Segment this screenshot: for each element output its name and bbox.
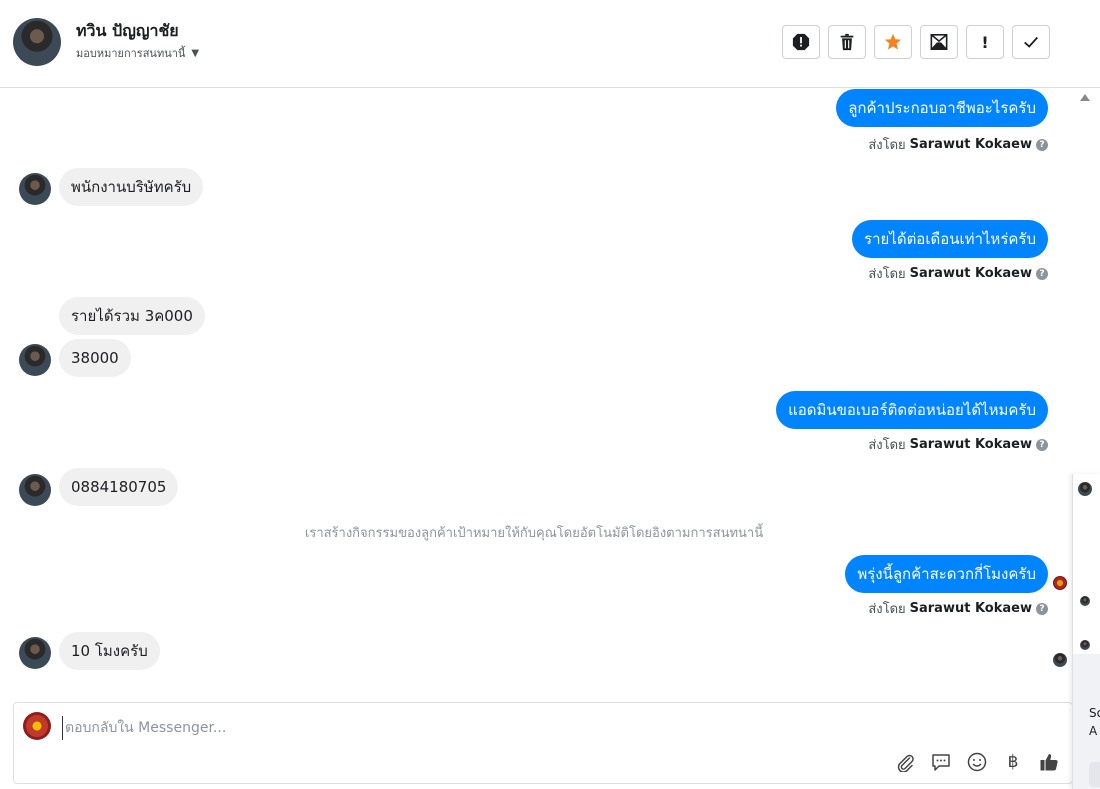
sender-name: Sarawut Kokaew <box>909 137 1032 152</box>
customer-avatar <box>19 173 51 205</box>
follow-up-button[interactable] <box>874 25 912 59</box>
report-button[interactable] <box>782 25 820 59</box>
mark-unread-icon <box>930 33 948 51</box>
customer-avatar <box>19 344 51 376</box>
sender-name: Sarawut Kokaew <box>909 437 1032 452</box>
sent-by-prefix: ส่งโดย <box>868 138 906 153</box>
sent-by-line: ส่งโดย Sarawut Kokaew ? <box>868 434 1048 455</box>
assign-conversation-dropdown[interactable]: มอบหมายการสนทนานี้ ▼ <box>76 44 199 62</box>
conversation-actions: ! <box>782 25 1050 59</box>
exclamation-icon: ! <box>981 32 989 52</box>
report-spam-icon <box>792 33 810 51</box>
chat-avatar <box>1080 596 1090 606</box>
scroll-up-arrow-icon[interactable] <box>1080 94 1090 101</box>
paperclip-icon <box>897 754 914 772</box>
system-note: เราสร้างกิจกรรมของลูกค้าเป้าหมายให้กับคุ… <box>304 526 764 541</box>
like-button[interactable] <box>1038 751 1060 773</box>
side-panel-line: So <box>1089 706 1100 720</box>
help-icon[interactable]: ? <box>1036 267 1048 280</box>
side-panel-text: So A <box>1089 704 1100 740</box>
reply-composer: ฿ <box>13 702 1073 784</box>
trash-icon <box>840 33 854 51</box>
customer-avatar <box>19 474 51 506</box>
chat-avatar <box>1080 640 1090 650</box>
speech-bubble-icon <box>932 754 950 771</box>
reply-input[interactable] <box>62 716 867 740</box>
thumbs-up-icon <box>1040 754 1058 771</box>
incoming-message[interactable]: รายได้รวม 3ค000 <box>59 297 205 335</box>
outgoing-message[interactable]: รายได้ต่อเดือนเท่าไหร่ครับ <box>852 220 1048 258</box>
sent-by-prefix: ส่งโดย <box>868 602 906 617</box>
mark-done-button[interactable] <box>1012 25 1050 59</box>
incoming-message[interactable]: 38000 <box>59 339 131 377</box>
side-panel-card: So A <box>1073 654 1100 789</box>
outgoing-message[interactable]: ลูกค้าประกอบอาชีพอะไรครับ <box>836 89 1048 127</box>
incoming-message[interactable]: 10 โมงครับ <box>59 632 160 670</box>
mark-important-button[interactable]: ! <box>966 25 1004 59</box>
side-chat-panel[interactable]: So A <box>1072 474 1100 789</box>
sent-by-prefix: ส่งโดย <box>868 438 906 453</box>
incoming-message[interactable]: พนักงานบริษัทครับ <box>59 168 204 206</box>
baht-icon: ฿ <box>1007 752 1019 772</box>
sender-name: Sarawut Kokaew <box>909 601 1032 616</box>
star-icon <box>884 33 902 50</box>
side-panel-button[interactable] <box>1089 762 1100 787</box>
caret-down-icon: ▼ <box>191 47 200 59</box>
mark-unread-button[interactable] <box>920 25 958 59</box>
smiley-icon <box>967 752 987 772</box>
help-icon[interactable]: ? <box>1036 602 1048 615</box>
sender-name: Sarawut Kokaew <box>909 266 1032 281</box>
sent-by-prefix: ส่งโดย <box>868 267 906 282</box>
outgoing-message[interactable]: พรุ่งนี้ลูกค้าสะดวกกี่โมงครับ <box>845 555 1048 593</box>
page-seen-badge-icon <box>1053 576 1067 590</box>
side-panel-line: A <box>1089 724 1098 738</box>
incoming-message[interactable]: 0884180705 <box>59 468 179 506</box>
checkmark-icon <box>1024 36 1038 48</box>
assign-label: มอบหมายการสนทนานี้ <box>76 47 186 60</box>
sent-by-line: ส่งโดย Sarawut Kokaew ? <box>868 134 1048 155</box>
help-icon[interactable]: ? <box>1036 438 1048 451</box>
outgoing-message[interactable]: แอดมินขอเบอร์ติดต่อหน่อยได้ไหมครับ <box>776 391 1048 429</box>
saved-replies-button[interactable] <box>930 751 952 773</box>
sent-by-line: ส่งโดย Sarawut Kokaew ? <box>868 598 1048 619</box>
composer-tools: ฿ <box>894 751 1060 773</box>
payment-button[interactable]: ฿ <box>1002 751 1024 773</box>
chat-avatar <box>1078 482 1092 496</box>
contact-avatar[interactable] <box>13 18 61 66</box>
attach-button[interactable] <box>894 751 916 773</box>
seen-by-avatar <box>1053 653 1067 667</box>
delete-button[interactable] <box>828 25 866 59</box>
emoji-button[interactable] <box>966 751 988 773</box>
customer-avatar <box>19 637 51 669</box>
contact-name[interactable]: ทวิน ปัญญาชัย <box>76 19 179 44</box>
help-icon[interactable]: ? <box>1036 138 1048 151</box>
sent-by-line: ส่งโดย Sarawut Kokaew ? <box>868 263 1048 284</box>
conversation-header: ทวิน ปัญญาชัย มอบหมายการสนทนานี้ ▼ ! <box>0 0 1100 88</box>
page-logo <box>23 712 51 740</box>
